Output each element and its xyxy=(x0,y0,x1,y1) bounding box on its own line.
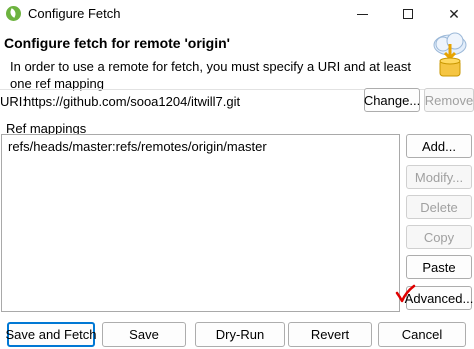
remove-uri-button[interactable]: Remove xyxy=(424,88,474,112)
dialog-message: In order to use a remote for fetch, you … xyxy=(10,59,412,91)
list-item[interactable]: refs/heads/master:refs/remotes/origin/ma… xyxy=(8,139,267,154)
copy-button[interactable]: Copy xyxy=(406,225,472,249)
cancel-button[interactable]: Cancel xyxy=(378,322,466,347)
maximize-button[interactable] xyxy=(388,0,428,28)
minimize-button[interactable] xyxy=(342,0,382,28)
app-icon xyxy=(6,6,21,21)
delete-button[interactable]: Delete xyxy=(406,195,472,219)
maximize-icon xyxy=(403,9,413,19)
revert-button[interactable]: Revert xyxy=(288,322,372,347)
dialog-title: Configure fetch for remote 'origin' xyxy=(4,35,230,51)
ref-mappings-list[interactable]: refs/heads/master:refs/remotes/origin/ma… xyxy=(1,134,400,312)
save-button[interactable]: Save xyxy=(102,322,186,347)
close-icon: ✕ xyxy=(448,5,460,22)
check-annotation-icon xyxy=(395,284,416,303)
modify-button[interactable]: Modify... xyxy=(406,165,472,189)
uri-value: https://github.com/sooa1204/itwill7.git xyxy=(24,94,241,109)
add-button[interactable]: Add... xyxy=(406,134,472,158)
fetch-cloud-icon xyxy=(433,32,467,77)
change-uri-button[interactable]: Change... xyxy=(364,88,420,112)
save-and-fetch-button[interactable]: Save and Fetch xyxy=(5,322,97,347)
dry-run-button[interactable]: Dry-Run xyxy=(195,322,285,347)
minimize-icon xyxy=(356,13,368,15)
uri-label: URI: xyxy=(0,94,26,109)
title-bar: Configure Fetch ✕ xyxy=(0,0,474,28)
paste-button[interactable]: Paste xyxy=(406,255,472,279)
window-title: Configure Fetch xyxy=(28,6,121,21)
close-button[interactable]: ✕ xyxy=(434,0,474,28)
